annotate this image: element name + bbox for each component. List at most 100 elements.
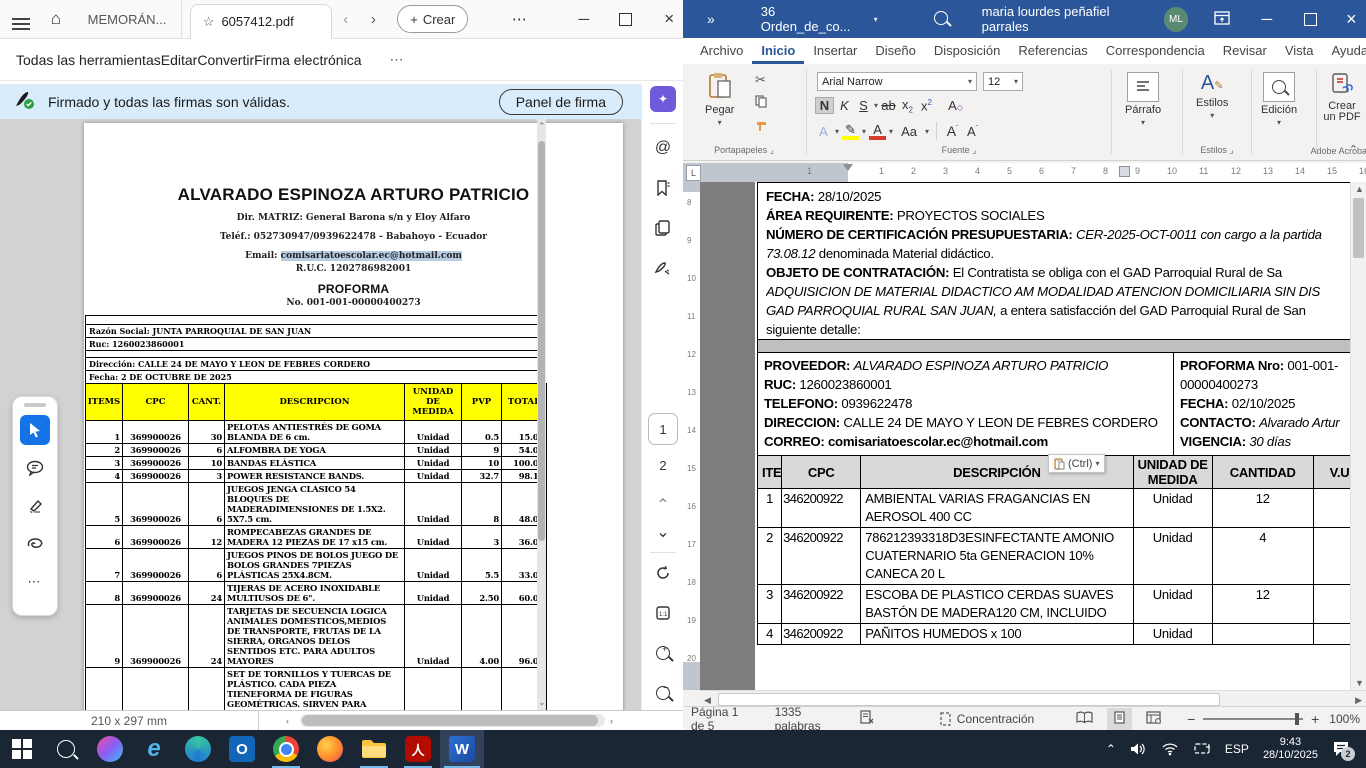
pdf-scroll-down-icon[interactable]: ⌄ <box>538 697 546 708</box>
fit-page-icon[interactable]: 1:1 <box>650 600 676 626</box>
page-thumbnails-icon[interactable] <box>650 215 676 241</box>
comments-icon[interactable]: @ <box>650 135 676 161</box>
paragraph-button[interactable]: Párrafo ▾ <box>1125 72 1161 127</box>
next-page-number[interactable]: 2 <box>650 452 676 478</box>
comment-tool-icon[interactable] <box>20 453 50 483</box>
home-icon[interactable]: ⌂ <box>42 4 70 34</box>
indent-marker[interactable] <box>843 164 853 176</box>
taskbar-clock[interactable]: 9:43 28/10/2025 <box>1263 736 1318 762</box>
copilot-icon[interactable] <box>88 730 132 768</box>
pdf-scroll-up-icon[interactable]: ⌃ <box>538 121 546 132</box>
zoom-out-icon[interactable]: − <box>650 680 676 706</box>
fill-sign-icon[interactable] <box>650 255 676 281</box>
menu-more-icon[interactable]: ⋯ <box>390 51 406 68</box>
notification-center-icon[interactable]: 2 <box>1332 741 1350 757</box>
read-mode-icon[interactable] <box>1076 711 1093 727</box>
table-column-marker[interactable] <box>1119 166 1130 177</box>
word-minimize-button[interactable]: ─ <box>1252 4 1281 34</box>
ribbon-tab[interactable]: Archivo <box>691 39 752 64</box>
styles-button[interactable]: A✎ Estilos ▾ <box>1196 72 1228 120</box>
wifi-icon[interactable] <box>1161 742 1179 756</box>
word-scroll-up-icon[interactable]: ▲ <box>1355 184 1364 194</box>
print-layout-icon[interactable] <box>1107 708 1132 730</box>
font-size-select[interactable]: 12▾ <box>983 72 1023 91</box>
chrome-icon[interactable] <box>264 730 308 768</box>
tab-selector[interactable]: L <box>686 165 701 181</box>
ribbon-tab[interactable]: Correspondencia <box>1097 39 1214 64</box>
prev-tab-icon[interactable]: ‹ <box>332 4 360 34</box>
acrobat-close-button[interactable]: × <box>655 4 683 34</box>
user-avatar[interactable]: ML <box>1164 7 1188 32</box>
lasso-tool-icon[interactable] <box>20 529 50 559</box>
next-tab-icon[interactable]: › <box>360 4 388 34</box>
taskbar-search-icon[interactable] <box>44 730 88 768</box>
acrobat-taskbar-icon[interactable]: 人 <box>396 730 440 768</box>
panel-de-firma-button[interactable]: Panel de firma <box>499 89 623 115</box>
zoom-level[interactable]: 100% <box>1329 712 1360 726</box>
web-layout-icon[interactable] <box>1146 711 1161 727</box>
word-maximize-button[interactable] <box>1295 4 1324 34</box>
ribbon-tab[interactable]: Diseño <box>866 39 924 64</box>
acrobat-menu-item[interactable]: Editar <box>161 52 198 68</box>
paste-button[interactable]: Pegar ▾ <box>705 72 734 127</box>
collapse-ribbon-icon[interactable]: ⌃ <box>1349 143 1358 156</box>
ribbon-tab[interactable]: Vista <box>1276 39 1323 64</box>
focus-mode-button[interactable]: Concentración <box>939 712 1034 726</box>
zoom-out-button[interactable]: − <box>1187 711 1195 727</box>
copy-icon[interactable] <box>755 95 768 113</box>
word-taskbar-icon[interactable]: W <box>440 730 484 768</box>
ribbon-tab[interactable]: Revisar <box>1214 39 1276 64</box>
word-page[interactable]: FECHA: 28/10/2025ÁREA REQUIRENTE: PROYEC… <box>755 182 1350 690</box>
vertical-ruler[interactable]: 891011121314151617181920 <box>683 182 700 690</box>
superscript-button[interactable]: x2 <box>918 98 935 113</box>
tab-memorandum[interactable]: MEMORÁN... <box>76 0 182 38</box>
internet-explorer-icon[interactable]: e <box>132 730 176 768</box>
underline-button[interactable]: S <box>855 98 872 113</box>
clear-format-button[interactable]: A◇ <box>947 98 964 113</box>
font-color-button[interactable]: A <box>869 122 886 140</box>
zoom-in-button[interactable]: + <box>1311 711 1319 727</box>
rotate-page-icon[interactable] <box>650 560 676 586</box>
font-name-select[interactable]: Arial Narrow▾ <box>817 72 977 91</box>
page-down-icon[interactable]: ⌄ <box>650 519 676 545</box>
tray-expand-icon[interactable]: ⌃ <box>1106 742 1116 756</box>
word-scroll-down-icon[interactable]: ▼ <box>1355 678 1364 688</box>
palette-drag-handle[interactable] <box>24 403 46 407</box>
tab-active-pdf[interactable]: ☆ 6057412.pdf <box>190 4 332 39</box>
acrobat-menu-item[interactable]: Todas las herramientas <box>16 52 161 68</box>
strikethrough-button[interactable]: ab <box>880 98 897 113</box>
change-case-button[interactable]: Aa <box>896 124 922 139</box>
edge-icon[interactable] <box>176 730 220 768</box>
highlight-pen-tool-icon[interactable] <box>20 491 50 521</box>
document-title-dropdown[interactable]: 36 Orden_de_co... ▾ <box>761 4 878 34</box>
ai-assistant-icon[interactable]: ✦ <box>650 86 676 112</box>
word-count[interactable]: 1335 palabras <box>775 705 838 733</box>
language-indicator[interactable]: ESP <box>1225 742 1249 756</box>
palette-more-icon[interactable]: ⋯ <box>20 567 50 597</box>
firefox-icon[interactable] <box>308 730 352 768</box>
italic-button[interactable]: K <box>836 98 853 113</box>
select-tool-icon[interactable] <box>20 415 50 445</box>
highlight-color-button[interactable]: ✎ <box>842 122 859 140</box>
ribbon-tab[interactable]: Disposición <box>925 39 1009 64</box>
acrobat-menu-item[interactable]: Firma electrónica <box>254 52 361 68</box>
star-icon[interactable]: ☆ <box>203 14 215 30</box>
bold-button[interactable]: N <box>815 97 834 114</box>
acrobat-menu-item[interactable]: Convertir <box>197 52 254 68</box>
acrobat-minimize-button[interactable]: ─ <box>570 4 598 34</box>
bookmarks-icon[interactable] <box>650 175 676 201</box>
word-scroll-right-icon[interactable]: ▶ <box>1355 695 1362 706</box>
underline-dd-icon[interactable]: ▾ <box>874 101 878 110</box>
search-icon[interactable] <box>934 11 948 28</box>
ribbon-tab[interactable]: Ayuda <box>1322 39 1366 64</box>
pdf-hscroll-right-icon[interactable]: › <box>610 716 613 726</box>
grow-font-button[interactable]: Aˆ <box>944 123 961 139</box>
ribbon-tab[interactable]: Referencias <box>1009 39 1096 64</box>
format-painter-icon[interactable] <box>755 120 768 138</box>
zoom-slider[interactable] <box>1203 718 1303 720</box>
volume-icon[interactable] <box>1130 742 1147 756</box>
page-up-icon[interactable]: ⌃ <box>650 492 676 518</box>
pdf-hscroll-left-icon[interactable]: ‹ <box>286 716 289 726</box>
subscript-button[interactable]: x2 <box>899 97 916 115</box>
start-button[interactable] <box>0 730 44 768</box>
